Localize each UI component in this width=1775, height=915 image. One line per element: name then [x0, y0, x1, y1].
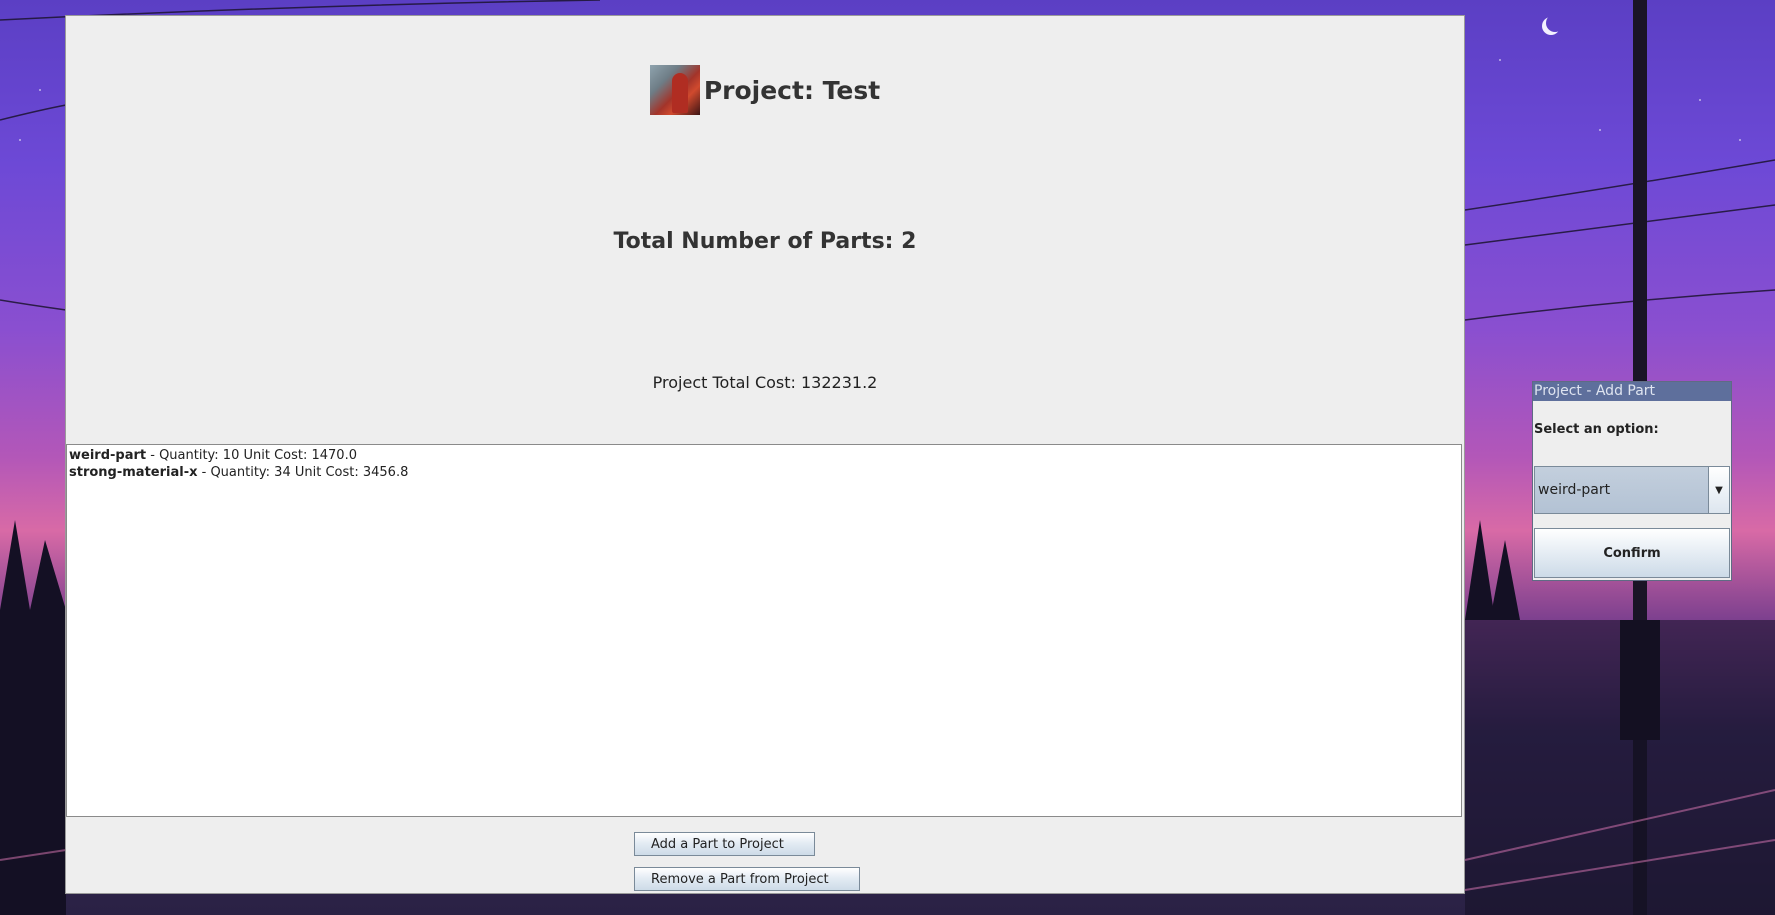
remove-part-button[interactable]: Remove a Part from Project	[634, 867, 860, 891]
project-header: Project: Test	[66, 64, 1464, 116]
project-window: Project: Test Total Number of Parts: 2 P…	[66, 16, 1464, 893]
part-name: strong-material-x	[69, 465, 198, 480]
dialog-prompt: Select an option:	[1534, 422, 1659, 437]
add-part-dialog: Project - Add Part Select an option: wei…	[1532, 381, 1732, 581]
part-details: - Quantity: 10 Unit Cost: 1470.0	[146, 448, 357, 463]
selected-option[interactable]: weird-part	[1535, 467, 1708, 513]
dialog-title[interactable]: Project - Add Part	[1533, 382, 1731, 401]
list-item[interactable]: strong-material-x - Quantity: 34 Unit Co…	[69, 464, 1459, 481]
total-cost-label: Project Total Cost: 132231.2	[652, 373, 878, 392]
page-title: Project: Test	[703, 75, 881, 105]
chevron-down-icon[interactable]: ▼	[1708, 467, 1729, 513]
moon-icon	[1546, 14, 1564, 32]
parts-count-label: Total Number of Parts: 2	[613, 229, 917, 254]
part-select-dropdown[interactable]: weird-part ▼	[1534, 466, 1730, 514]
part-name: weird-part	[69, 448, 147, 463]
confirm-button[interactable]: Confirm	[1534, 528, 1730, 578]
project-avatar	[649, 65, 700, 115]
part-details: - Quantity: 34 Unit Cost: 3456.8	[197, 465, 409, 480]
add-part-button[interactable]: Add a Part to Project	[634, 832, 815, 856]
parts-list[interactable]: weird-part - Quantity: 10 Unit Cost: 147…	[66, 444, 1462, 817]
list-item[interactable]: weird-part - Quantity: 10 Unit Cost: 147…	[69, 447, 1459, 464]
